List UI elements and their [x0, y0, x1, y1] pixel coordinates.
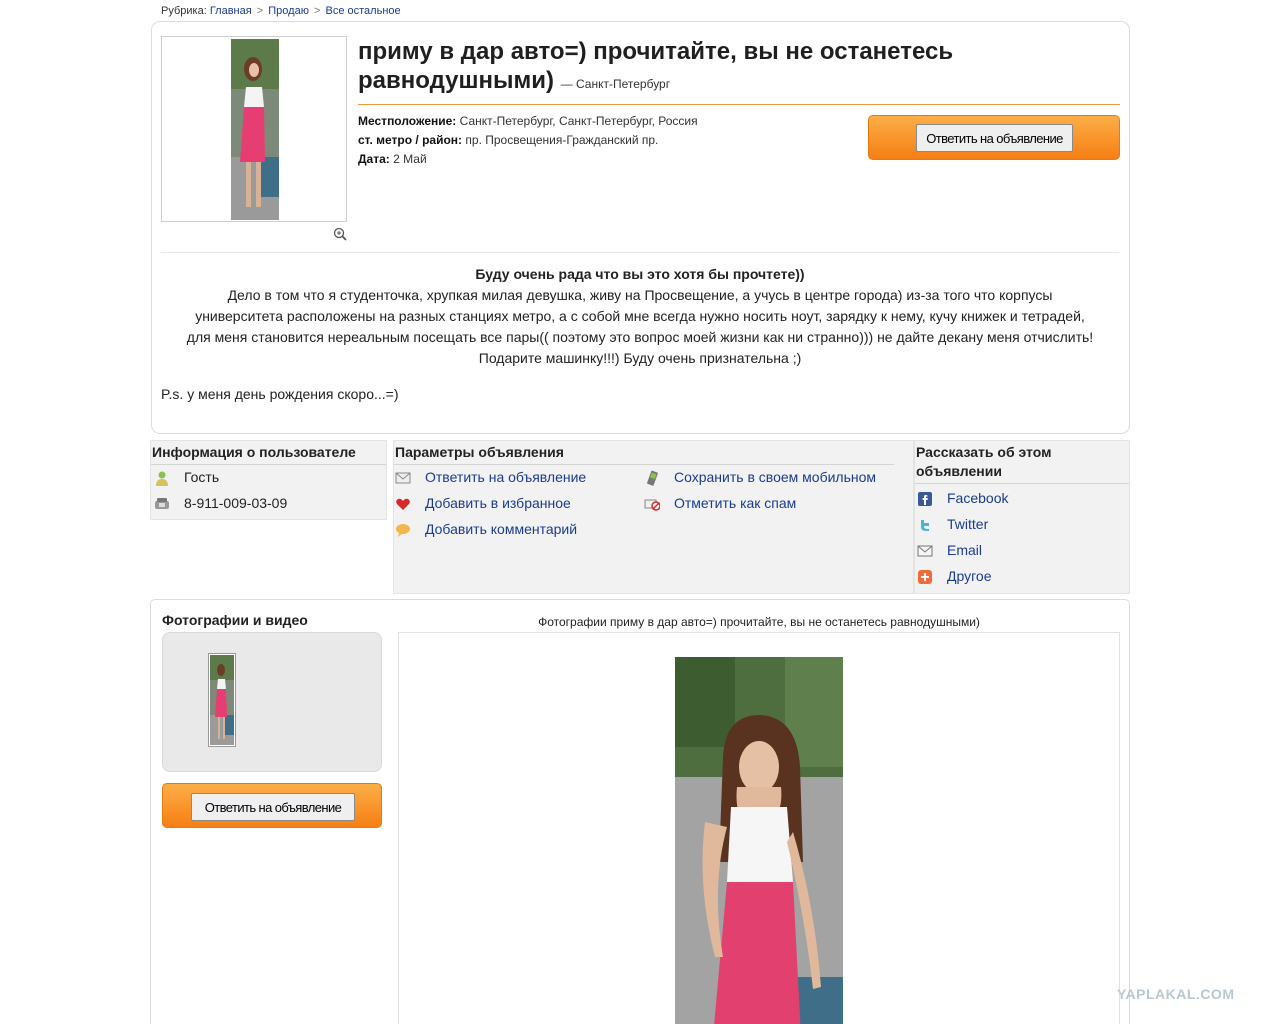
photo-viewer-caption: Фотографии приму в дар авто=) прочитайте…	[538, 615, 980, 629]
description-line: Подарите машинку!!!) Буду очень признате…	[478, 350, 802, 366]
breadcrumb-link-other[interactable]: Все остальное	[326, 5, 401, 17]
add-favorite-link[interactable]: Добавить в избранное	[425, 493, 571, 513]
user-info-panel: Информация о пользователе Гость 8-911-00…	[150, 440, 387, 520]
share-email-link[interactable]: Email	[947, 540, 982, 560]
user-phone: 8-911-009-03-09	[184, 495, 288, 511]
phone-icon	[155, 498, 169, 509]
listing-panel: приму в дар авто=) прочитайте, вы не ост…	[151, 21, 1130, 434]
gallery-thumbnail-image[interactable]	[210, 655, 234, 745]
listing-description: Буду очень рада что вы это хотя бы прочт…	[161, 264, 1119, 369]
twitter-icon	[921, 520, 929, 531]
mobile-phone-icon	[647, 470, 658, 486]
share-heading: Рассказать об этом объявлении	[915, 441, 1129, 484]
breadcrumb: Рубрика: Главная > Продаю > Все остально…	[161, 5, 401, 17]
facebook-icon	[918, 492, 932, 506]
share-panel: Рассказать об этом объявлении Facebook T…	[914, 440, 1130, 594]
share-other-link[interactable]: Другое	[947, 566, 991, 586]
user-icon	[156, 471, 168, 486]
gallery-thumbnail[interactable]	[208, 653, 236, 747]
params-heading: Параметры объявления	[394, 441, 894, 465]
listing-params-panel: Параметры объявления Ответить на объявле…	[393, 440, 914, 594]
title-divider	[358, 104, 1120, 105]
breadcrumb-separator: >	[314, 5, 321, 17]
description-ps: P.s. у меня день рождения скоро...=)	[161, 386, 399, 402]
description-line: университета расположены на разных станц…	[195, 308, 1085, 324]
photos-heading: Фотографии и видео	[162, 612, 308, 628]
photos-reply-box: Ответить на объявление	[162, 783, 382, 828]
comment-icon	[396, 524, 410, 537]
date-label: Дата:	[358, 152, 390, 166]
zoom-icon[interactable]	[333, 227, 347, 241]
reply-box: Ответить на объявление	[868, 115, 1120, 160]
watermark-logo: YAPLAKAL.COM	[1117, 986, 1235, 1002]
breadcrumb-prefix: Рубрика:	[161, 5, 207, 17]
share-twitter-link[interactable]: Twitter	[947, 514, 988, 534]
spam-icon	[644, 499, 660, 511]
listing-city: — Санкт-Петербург	[560, 77, 671, 91]
email-icon	[917, 545, 933, 557]
photo-gallery	[162, 632, 382, 772]
add-comment-link[interactable]: Добавить комментарий	[425, 519, 577, 539]
main-photo[interactable]	[675, 657, 843, 1024]
location-value: Санкт-Петербург, Санкт-Петербург, Россия	[459, 114, 698, 128]
date-value: 2 Май	[393, 152, 427, 166]
envelope-icon	[395, 472, 411, 484]
listing-title: приму в дар авто=) прочитайте, вы не ост…	[358, 37, 998, 99]
breadcrumb-separator: >	[256, 5, 264, 17]
reply-link[interactable]: Ответить на объявление	[425, 467, 586, 487]
plus-icon	[918, 570, 932, 584]
save-mobile-link[interactable]: Сохранить в своем мобильном	[674, 467, 876, 487]
mark-spam-link[interactable]: Отметить как спам	[674, 493, 796, 513]
photos-reply-button[interactable]: Ответить на объявление	[191, 793, 355, 821]
listing-photo-thumbnail[interactable]	[162, 37, 348, 223]
description-line: Дело в том что я студенточка, хрупкая ми…	[227, 287, 1053, 303]
metro-label: ст. метро / район:	[358, 133, 463, 147]
description-line: для меня становится нереальным посещать …	[186, 329, 1094, 345]
metro-value: пр. Просвещения-Гражданский пр.	[465, 133, 659, 147]
date-row: Дата: 2 Май	[358, 150, 698, 169]
location-label: Местположение:	[358, 114, 457, 128]
photo-viewer	[398, 632, 1120, 1024]
reply-button[interactable]: Ответить на объявление	[916, 124, 1073, 152]
listing-meta: Местположение: Санкт-Петербург, Санкт-Пе…	[358, 112, 698, 169]
description-divider	[161, 252, 1119, 253]
breadcrumb-link-home[interactable]: Главная	[210, 5, 252, 17]
location-row: Местположение: Санкт-Петербург, Санкт-Пе…	[358, 112, 698, 131]
breadcrumb-link-selling[interactable]: Продаю	[268, 5, 309, 17]
description-heading: Буду очень рада что вы это хотя бы прочт…	[475, 266, 805, 282]
listing-thumbnail[interactable]	[161, 36, 347, 222]
metro-row: ст. метро / район: пр. Просвещения-Гражд…	[358, 131, 698, 150]
share-facebook-link[interactable]: Facebook	[947, 488, 1008, 508]
user-info-heading: Информация о пользователе	[151, 441, 386, 465]
user-name: Гость	[184, 469, 220, 485]
heart-icon	[396, 498, 410, 510]
photos-panel: Фотографии и видео Ответить на объявлени…	[150, 599, 1130, 1024]
